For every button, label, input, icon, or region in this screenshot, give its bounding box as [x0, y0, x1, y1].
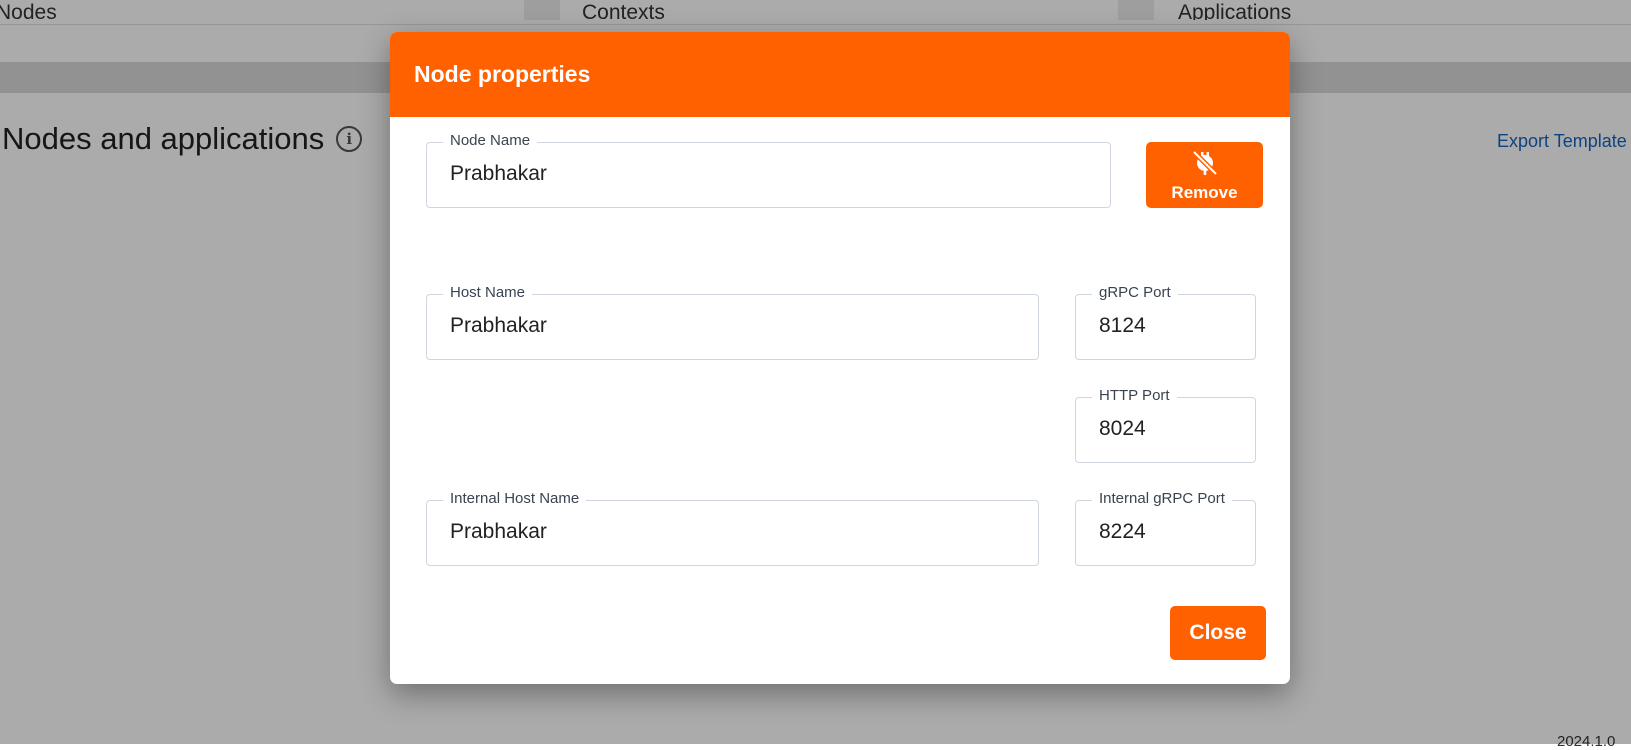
close-button[interactable]: Close — [1170, 606, 1266, 660]
grpc-port-field: gRPC Port — [1075, 284, 1256, 360]
grpc-port-label: gRPC Port — [1092, 284, 1178, 301]
internal-grpc-port-field: Internal gRPC Port — [1075, 490, 1256, 566]
http-port-label: HTTP Port — [1092, 387, 1177, 404]
internal-grpc-port-label: Internal gRPC Port — [1092, 490, 1232, 507]
internal-host-name-label: Internal Host Name — [443, 490, 587, 507]
node-name-input[interactable] — [450, 162, 1093, 186]
dialog-title: Node properties — [390, 32, 1290, 117]
node-name-field: Node Name — [426, 132, 1111, 208]
internal-host-name-field: Internal Host Name — [426, 490, 1039, 566]
host-name-input[interactable] — [450, 314, 1021, 338]
host-name-label: Host Name — [443, 284, 533, 301]
remove-button-label: Remove — [1171, 183, 1238, 202]
internal-host-name-input[interactable] — [450, 520, 1021, 544]
internal-grpc-port-input[interactable] — [1099, 520, 1238, 544]
remove-button[interactable]: Remove — [1146, 142, 1263, 208]
unplug-icon — [1191, 150, 1218, 176]
grpc-port-input[interactable] — [1099, 314, 1238, 338]
node-properties-dialog: Node properties Node Name Remove Host Na… — [390, 32, 1290, 684]
http-port-input[interactable] — [1099, 417, 1238, 441]
host-name-field: Host Name — [426, 284, 1039, 360]
http-port-field: HTTP Port — [1075, 387, 1256, 463]
node-name-label: Node Name — [443, 132, 538, 149]
